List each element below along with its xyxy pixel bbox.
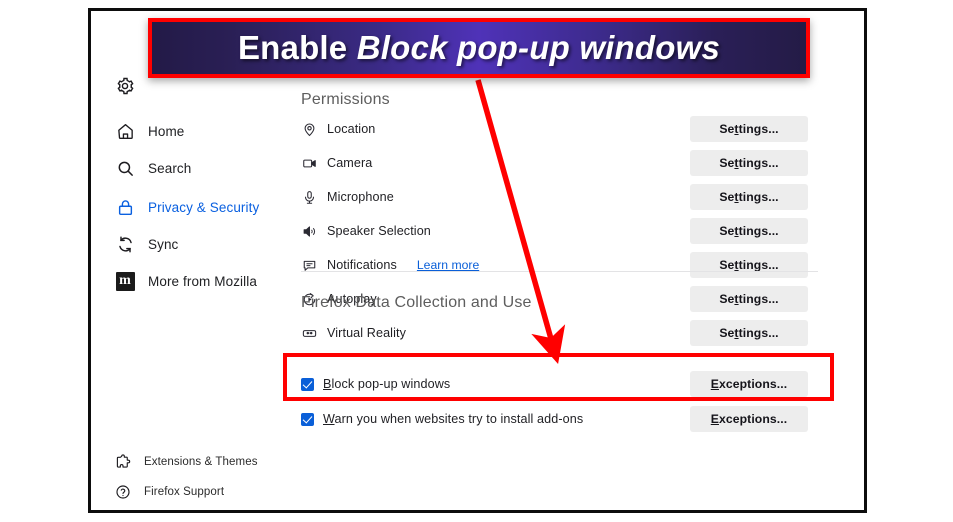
lock-icon [115,197,135,217]
sidebar-item-firefox-support[interactable]: Firefox Support [115,480,224,504]
label-rest: lock pop-up windows [331,377,451,391]
settings-button-autoplay[interactable]: Se t tings... [690,286,808,312]
warn-addons-checkbox[interactable] [301,412,314,426]
warn-addons-label: Warn you when websites try to install ad… [323,412,583,426]
permission-label: Location [327,122,376,136]
permission-row-camera: Camera Se t tings... [301,149,826,177]
settings-gear-button[interactable] [115,74,135,98]
permission-label: Microphone [327,190,394,204]
settings-button-notifications[interactable]: Se t tings... [690,252,808,278]
sidebar-item-label: Home [148,123,185,139]
home-icon [115,121,135,141]
block-popups-checkbox[interactable] [301,377,314,391]
checkbox-row-block-popups[interactable]: Block pop-up windows Exceptions... [301,369,826,399]
callout-prefix: Enable [237,29,357,66]
checkbox-label-group[interactable]: Warn you when websites try to install ad… [301,412,583,426]
permissions-heading: Permissions [301,91,390,108]
settings-button-speaker-selection[interactable]: Se t tings... [690,218,808,244]
sync-icon [115,234,135,254]
learn-more-link[interactable]: Learn more [417,258,479,272]
settings-button-microphone[interactable]: Se t tings... [690,184,808,210]
permission-label-group: Speaker Selection [301,223,431,239]
settings-button-camera[interactable]: Se t tings... [690,150,808,176]
window-right-border [864,8,867,513]
search-icon [115,158,135,178]
speaker-icon [301,223,317,239]
permission-row-microphone: Microphone Se t tings... [301,183,826,211]
permission-row-speaker-selection: Speaker Selection Se t tings... [301,217,826,245]
settings-button-location[interactable]: Se t tings... [690,116,808,142]
mozilla-m-icon: m [115,271,135,291]
callout-banner-text: Enable Block pop-up windows [238,29,720,67]
sidebar-item-label: Firefox Support [144,486,225,498]
checkbox-label-group[interactable]: Block pop-up windows [301,377,450,391]
exceptions-button-block-popups[interactable]: Exceptions... [690,371,808,397]
mozilla-m-badge: m [115,271,135,291]
label-rest: arn you when websites try to install add… [334,412,584,426]
sidebar-item-more-from-mozilla[interactable]: m More from Mozilla [115,269,257,293]
sidebar-item-label: Sync [148,236,179,252]
block-popups-label: Block pop-up windows [323,377,450,391]
section-divider [301,271,818,272]
camera-icon [301,155,317,171]
puzzle-piece-icon [115,454,131,470]
settings-sidebar: Home Search Privacy & Security Sync m Mo… [91,11,294,510]
sidebar-item-label: Search [148,160,192,176]
permission-label-group: Virtual Reality [301,325,406,341]
sidebar-item-extensions-themes[interactable]: Extensions & Themes [115,450,258,474]
question-circle-icon [115,484,131,500]
permission-label: Speaker Selection [327,224,431,238]
exceptions-button-warn-addons[interactable]: Exceptions... [690,406,808,432]
permission-label: Virtual Reality [327,326,406,340]
callout-banner: Enable Block pop-up windows [148,18,810,78]
permission-label-group: Microphone [301,189,394,205]
location-pin-icon [301,121,317,137]
permission-label-group: Location [301,121,375,137]
sidebar-item-privacy-security[interactable]: Privacy & Security [115,195,259,219]
sidebar-item-label: More from Mozilla [148,273,257,289]
sidebar-item-label: Privacy & Security [148,199,260,215]
data-collection-heading: Firefox Data Collection and Use [301,294,532,311]
vr-headset-icon [301,325,317,341]
checkbox-row-warn-addons[interactable]: Warn you when websites try to install ad… [301,404,826,434]
firefox-settings-window: Home Search Privacy & Security Sync m Mo… [88,8,867,513]
permission-row-virtual-reality: Virtual Reality Se t tings... [301,319,826,347]
permission-row-location: Location Se t tings... [301,115,826,143]
sidebar-item-label: Extensions & Themes [144,456,258,468]
settings-button-virtual-reality[interactable]: Se t tings... [690,320,808,346]
screenshot-root: Home Search Privacy & Security Sync m Mo… [0,0,953,522]
sidebar-item-search[interactable]: Search [115,156,191,180]
permission-label: Camera [327,156,373,170]
gear-icon [115,76,135,96]
sidebar-item-sync[interactable]: Sync [115,232,178,256]
permission-label-group: Camera [301,155,372,171]
settings-main-pane: Permissions Location Se t tings... Camer… [294,11,867,510]
accesskey-letter: B [323,377,332,391]
sidebar-item-home[interactable]: Home [115,119,184,143]
accesskey-letter: W [323,412,335,426]
permission-row-notifications: Notifications Learn more Se t tings... [301,251,826,279]
permission-label: Notifications [327,258,397,272]
callout-emphasis: Block pop-up windows [356,29,721,66]
microphone-icon [301,189,317,205]
